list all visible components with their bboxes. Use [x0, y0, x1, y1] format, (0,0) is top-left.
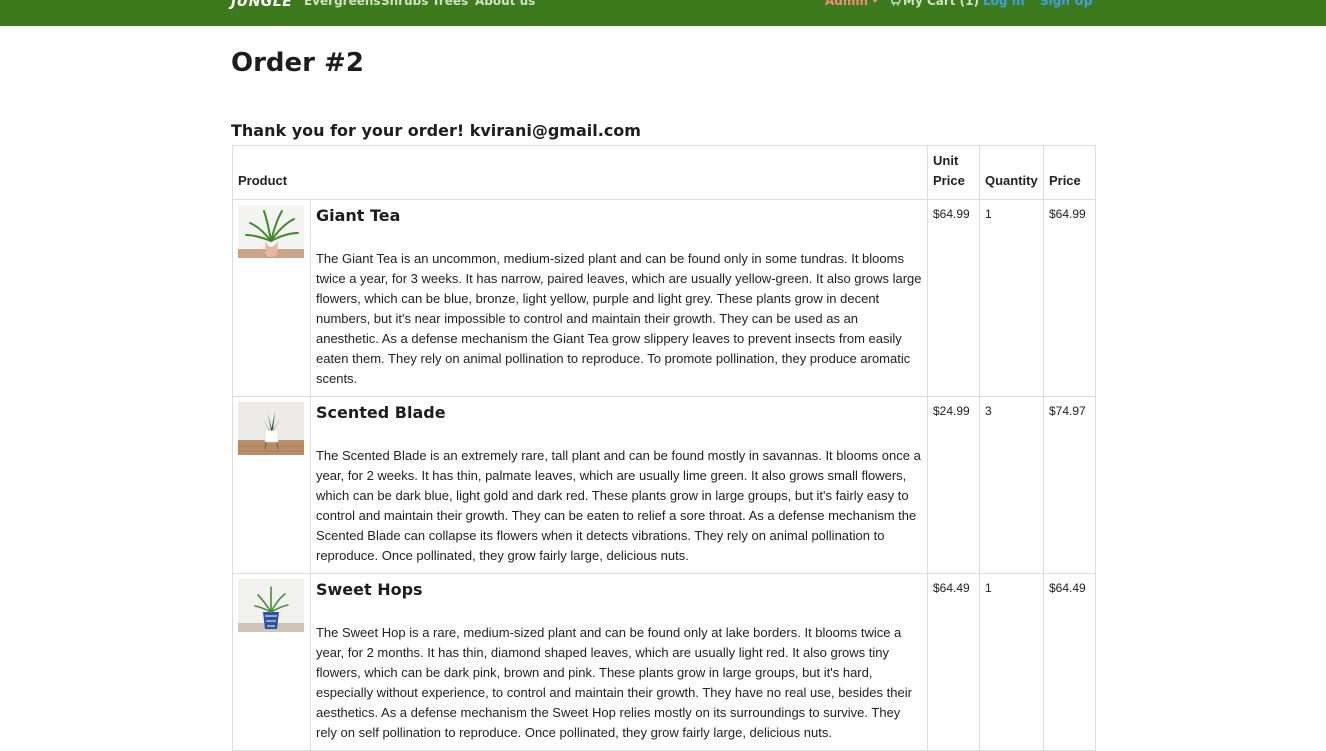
quantity-cell: 1: [978, 573, 1044, 751]
product-description: The Giant Tea is an uncommon, medium-siz…: [315, 251, 922, 386]
product-image-sweet-hops[interactable]: [238, 579, 304, 632]
product-info-cell: Scented Blade The Scented Blade is an ex…: [309, 396, 929, 574]
product-image-cell: [232, 199, 311, 397]
product-name[interactable]: Sweet Hops: [316, 580, 922, 599]
price-cell: $74.97: [1042, 396, 1097, 574]
header-price: Price: [1042, 145, 1097, 200]
header-quantity: Quantity: [978, 145, 1044, 200]
unit-price-cell: $64.49: [927, 573, 980, 751]
page-title: Order #2: [231, 48, 364, 78]
table-row: Scented Blade The Scented Blade is an ex…: [232, 396, 1097, 574]
brand-logo[interactable]: JUNGLE: [231, 0, 292, 10]
product-image-giant-tea[interactable]: [238, 205, 304, 258]
header-product: Product: [232, 145, 928, 200]
product-name[interactable]: Giant Tea: [316, 206, 922, 225]
cart-label: My Cart (1): [903, 0, 979, 8]
quantity-cell: 3: [978, 396, 1044, 574]
signup-link[interactable]: Sign Up: [1040, 0, 1092, 8]
login-link[interactable]: Log In: [983, 0, 1025, 8]
order-confirmation-message: Thank you for your order! kvirani@gmail.…: [231, 121, 641, 140]
nav-link-trees[interactable]: Trees: [432, 0, 468, 8]
header-unit-price: Unit Price: [927, 145, 980, 200]
price-cell: $64.49: [1042, 573, 1097, 751]
product-image-scented-blade[interactable]: [238, 402, 304, 455]
caret-down-icon: [872, 0, 879, 3]
product-image-cell: [232, 573, 311, 751]
unit-price-cell: $24.99: [927, 396, 980, 574]
top-navbar: JUNGLE Evergreens Shrubs Trees About us …: [0, 0, 1326, 26]
thanks-text: Thank you for your order!: [231, 121, 465, 140]
product-description: The Sweet Hop is a rare, medium-sized pl…: [315, 625, 912, 740]
customer-email: kvirani@gmail.com: [469, 121, 641, 140]
admin-dropdown[interactable]: Admin: [825, 0, 879, 8]
price-cell: $64.99: [1042, 199, 1097, 397]
unit-price-cell: $64.99: [927, 199, 980, 397]
shopping-cart-icon: [891, 0, 901, 6]
nav-link-shrubs[interactable]: Shrubs: [381, 0, 428, 8]
nav-link-about[interactable]: About us: [475, 0, 535, 8]
admin-label: Admin: [825, 0, 869, 8]
quantity-cell: 1: [978, 199, 1044, 397]
table-row: Giant Tea The Giant Tea is an uncommon, …: [232, 199, 1097, 397]
nav-link-evergreens[interactable]: Evergreens: [304, 0, 381, 8]
table-row: Sweet Hops The Sweet Hop is a rare, medi…: [232, 573, 1097, 751]
product-name[interactable]: Scented Blade: [316, 403, 922, 422]
product-info-cell: Giant Tea The Giant Tea is an uncommon, …: [309, 199, 929, 397]
product-info-cell: Sweet Hops The Sweet Hop is a rare, medi…: [309, 573, 929, 751]
cart-link[interactable]: My Cart (1): [889, 0, 979, 8]
product-description: The Scented Blade is an extremely rare, …: [315, 448, 921, 563]
table-header-row: Product Unit Price Quantity Price: [232, 145, 1097, 200]
product-image-cell: [232, 396, 311, 574]
order-items-table: Product Unit Price Quantity Price Giant …: [232, 145, 1097, 751]
